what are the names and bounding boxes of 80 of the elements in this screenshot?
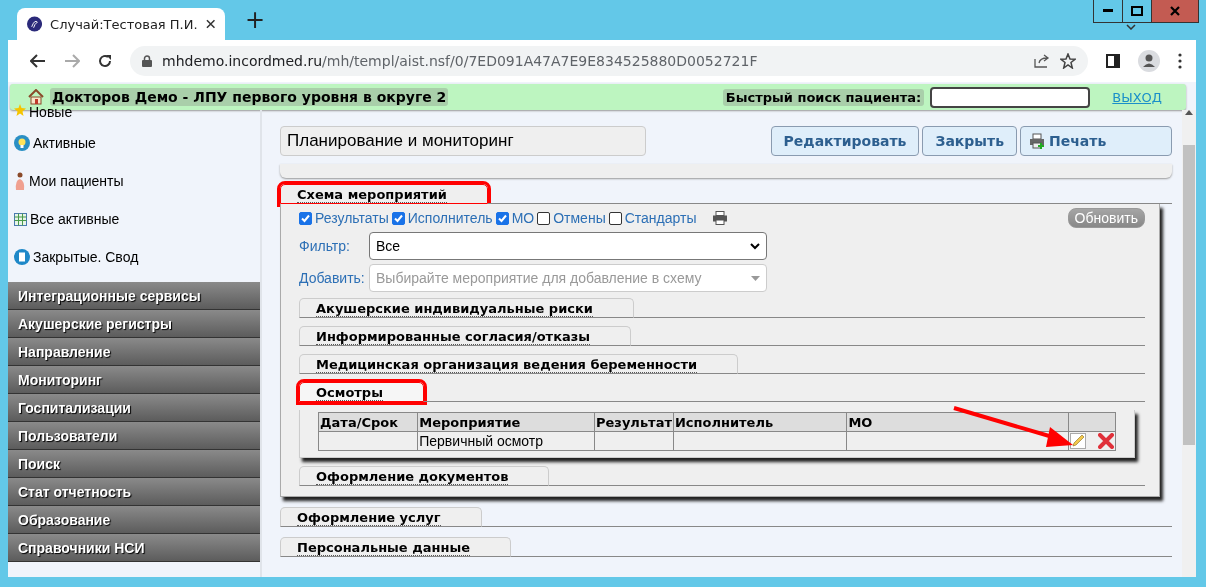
- section-tab[interactable]: Персональные данные: [280, 537, 512, 557]
- logout-link[interactable]: ВЫХОД: [1112, 89, 1162, 105]
- chevron-down-icon[interactable]: [1126, 24, 1136, 30]
- new-tab-button[interactable]: +: [245, 6, 266, 34]
- share-icon[interactable]: [1034, 54, 1050, 68]
- table-icon: [14, 212, 27, 226]
- close-window-icon[interactable]: [1151, 0, 1198, 22]
- section-tab[interactable]: Осмотры: [299, 382, 424, 402]
- side-panel-icon[interactable]: [1106, 54, 1120, 68]
- sidebar-menu-item[interactable]: Мониторинг: [8, 366, 260, 394]
- chevron-down-icon: [750, 242, 760, 250]
- section-tab[interactable]: Оформление услуг: [280, 507, 482, 527]
- lock-icon: [142, 55, 152, 67]
- print-button[interactable]: Печать: [1020, 126, 1172, 156]
- scroll-up-icon[interactable]: [1185, 110, 1193, 115]
- column-header: Результат: [594, 412, 674, 432]
- section-tab[interactable]: Схема мероприятий: [280, 184, 488, 204]
- section-tab[interactable]: Информированные согласия/отказы: [299, 326, 632, 346]
- browser-tab[interactable]: Случай:Тестовая П.И.: [17, 8, 225, 40]
- checkbox[interactable]: [495, 211, 509, 225]
- add-event-select[interactable]: Выбирайте мероприятие для добавление в схему: [369, 264, 767, 292]
- more-menu-icon[interactable]: [1178, 53, 1182, 69]
- dropdown-arrow-icon: [751, 275, 760, 281]
- search-label: Быстрый поиск пациента:: [722, 88, 925, 106]
- person-icon: [14, 172, 26, 190]
- checkbox[interactable]: [299, 211, 312, 225]
- close-icon[interactable]: [205, 19, 215, 29]
- reload-icon[interactable]: [98, 54, 112, 68]
- table-cell: Первичный осмотр: [417, 431, 595, 451]
- checkbox-label[interactable]: Отмены: [553, 210, 606, 226]
- lightbulb-icon: [14, 135, 30, 151]
- sidebar-link[interactable]: Все активные: [30, 211, 120, 227]
- checkbox-label[interactable]: Исполнитель: [407, 210, 493, 226]
- column-header: Мероприятие: [417, 412, 595, 432]
- organization-label: Докторов Демо - ЛПУ первого уровня в округе 2: [50, 88, 449, 106]
- section-tab[interactable]: Медицинская организация ведения беременности: [299, 354, 739, 374]
- sidebar-menu-item[interactable]: Акушерские регистры: [8, 310, 260, 338]
- star-outline-icon[interactable]: [1060, 53, 1076, 69]
- profile-avatar-icon[interactable]: [1138, 50, 1160, 72]
- checkbox[interactable]: [608, 211, 622, 225]
- home-icon[interactable]: [28, 89, 44, 105]
- column-header: Дата/Срок: [318, 412, 418, 432]
- section-tab[interactable]: Акушерские индивидуальные риски: [299, 298, 634, 318]
- sidebar-menu-item[interactable]: Пользователи: [8, 422, 260, 450]
- document-circle-icon: [14, 249, 30, 265]
- checkbox-label[interactable]: МО: [511, 210, 535, 226]
- checkbox-label[interactable]: Результаты: [315, 210, 389, 226]
- sidebar-menu-item[interactable]: Направление: [8, 338, 260, 366]
- sidebar-menu-item[interactable]: Справочники НСИ: [8, 534, 260, 562]
- printer-icon[interactable]: [711, 211, 728, 225]
- edit-pencil-icon[interactable]: [1069, 433, 1086, 449]
- checkbox[interactable]: [537, 211, 551, 225]
- printer-icon: [1029, 133, 1045, 149]
- sidebar-link[interactable]: Активные: [33, 135, 96, 151]
- refresh-button[interactable]: Обновить: [1067, 208, 1145, 228]
- back-arrow-icon[interactable]: [30, 54, 46, 68]
- star-icon: [14, 104, 26, 116]
- sidebar-menu-item[interactable]: Стат отчетность: [8, 478, 260, 506]
- section-tab[interactable]: Оформление документов: [299, 466, 550, 486]
- sidebar-link[interactable]: Новые: [29, 104, 73, 120]
- sidebar-menu-item[interactable]: Поиск: [8, 450, 260, 478]
- sidebar-menu-item[interactable]: Образование: [8, 506, 260, 534]
- checkbox[interactable]: [391, 211, 405, 225]
- address-bar[interactable]: mhdemo.incordmed.ru/mh/templ/aist.nsf/0/7ED091A47A7E9E834525880D0052721F: [130, 46, 1088, 76]
- sidebar-link[interactable]: Закрытые. Свод: [33, 249, 139, 265]
- column-header: Исполнитель: [673, 412, 847, 432]
- header-button[interactable]: Редактировать: [770, 126, 920, 156]
- sidebar-link[interactable]: Мои пациенты: [29, 173, 124, 189]
- filter-label: Фильтр:: [299, 238, 351, 254]
- patient-search-field[interactable]: [930, 86, 1091, 108]
- column-header: МО: [846, 412, 1069, 432]
- delete-x-icon[interactable]: [1097, 433, 1114, 449]
- header-button[interactable]: Закрыть: [922, 126, 1017, 156]
- page-title: Планирование и мониторинг: [280, 126, 646, 156]
- scrollbar-thumb[interactable]: [1183, 145, 1195, 445]
- sidebar-menu-item[interactable]: Госпитализации: [8, 394, 260, 422]
- site-logo-icon: [27, 16, 43, 32]
- filter-select[interactable]: Все: [369, 232, 767, 260]
- checkbox-label[interactable]: Стандарты: [624, 210, 697, 226]
- sidebar-menu-item[interactable]: Интеграционные сервисы: [8, 282, 260, 310]
